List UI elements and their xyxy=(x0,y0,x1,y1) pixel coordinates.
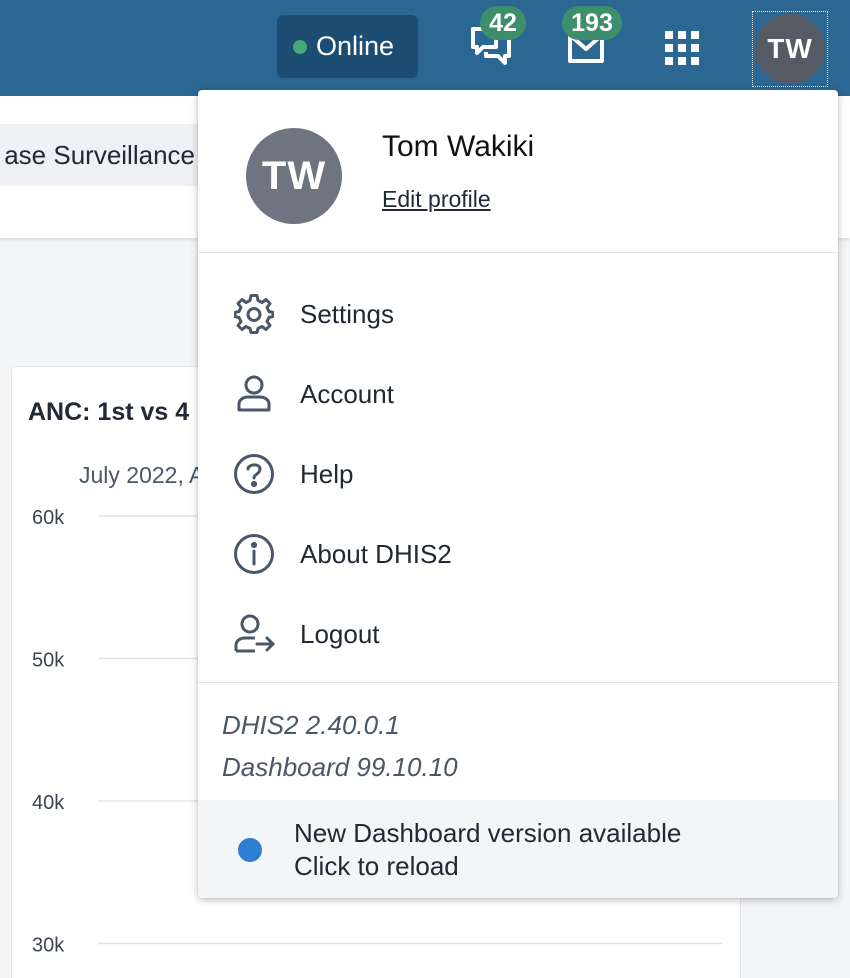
dashboard-version-text: Dashboard 99.10.10 xyxy=(222,752,458,782)
menu-divider xyxy=(198,252,838,253)
menu-item-settings[interactable]: Settings xyxy=(198,274,838,354)
online-status-button[interactable]: Online xyxy=(277,15,418,78)
edit-profile-link[interactable]: Edit profile xyxy=(382,186,491,213)
menu-divider xyxy=(198,682,838,683)
messages-count-badge: 193 xyxy=(562,6,622,40)
update-reload-hint: Click to reload xyxy=(294,851,459,881)
user-name: Tom Wakiki xyxy=(382,130,535,163)
help-question-icon xyxy=(232,452,276,496)
menu-item-help[interactable]: Help xyxy=(198,434,838,514)
account-person-icon xyxy=(232,372,276,416)
online-status-dot xyxy=(293,39,307,54)
update-indicator-dot xyxy=(238,838,262,862)
info-icon xyxy=(232,532,276,576)
menu-item-label: Account xyxy=(300,378,394,409)
interpretations-count-badge: 42 xyxy=(480,6,526,40)
menu-item-label: Settings xyxy=(300,298,394,329)
profile-avatar: TW xyxy=(755,14,825,84)
settings-gear-icon xyxy=(232,292,276,336)
y-axis-tick-label: 40k xyxy=(32,792,65,814)
y-axis-tick-label: 50k xyxy=(32,650,65,672)
logout-icon xyxy=(232,612,276,656)
menu-avatar: TW xyxy=(246,128,342,224)
dhis2-dashboard-page: Online 42 193 TW ase Surveillance ANC: 1… xyxy=(0,0,850,978)
menu-item-label: Logout xyxy=(300,618,380,649)
menu-item-label: About DHIS2 xyxy=(300,538,452,569)
menu-item-logout[interactable]: Logout xyxy=(198,594,838,674)
online-status-label: Online xyxy=(316,31,395,61)
profile-menu-button[interactable]: TW xyxy=(752,11,828,87)
menu-item-label: Help xyxy=(300,458,354,489)
chart-subtitle: July 2022, A xyxy=(79,462,205,488)
update-message: New Dashboard version available xyxy=(294,818,682,848)
menu-item-account[interactable]: Account xyxy=(198,354,838,434)
dashboard-chip[interactable]: ase Surveillance xyxy=(0,124,215,186)
y-axis-tick-label: 30k xyxy=(32,935,65,957)
y-axis-tick-label: 60k xyxy=(32,507,65,529)
chart-title: ANC: 1st vs 4 xyxy=(28,398,190,426)
apps-grid-icon[interactable] xyxy=(665,31,699,65)
update-available-notice[interactable]: New Dashboard version available Click to… xyxy=(198,800,838,898)
header-bar: Online 42 193 TW xyxy=(0,0,850,96)
dhis2-version-text: DHIS2 2.40.0.1 xyxy=(222,710,400,740)
profile-dropdown-menu: TW Tom Wakiki Edit profile Settings Acco… xyxy=(198,90,838,898)
menu-item-about[interactable]: About DHIS2 xyxy=(198,514,838,594)
